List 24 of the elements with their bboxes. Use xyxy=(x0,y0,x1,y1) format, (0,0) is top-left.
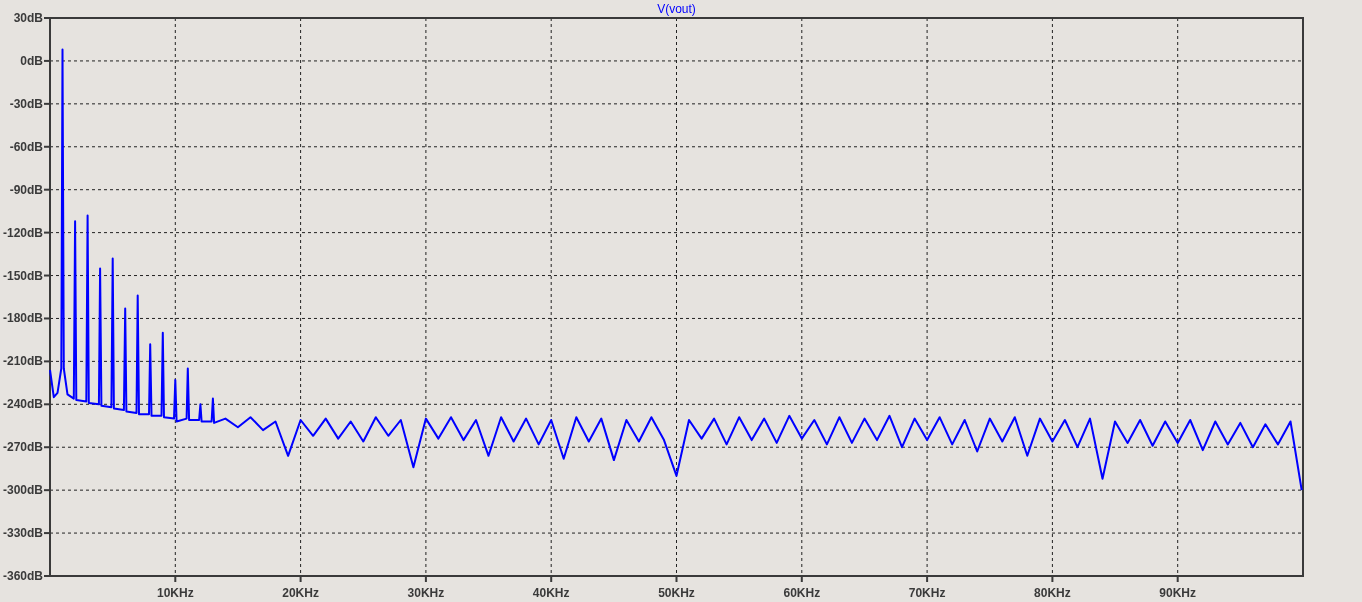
y-tick-label: -210dB xyxy=(3,354,43,369)
trace-label: V(vout) xyxy=(657,2,696,16)
y-tick-label: -180dB xyxy=(3,311,43,326)
y-tick-label: -150dB xyxy=(3,268,43,283)
x-tick-label: 90KHz xyxy=(1159,586,1197,600)
y-tick-label: -270dB xyxy=(3,440,43,455)
y-tick-label: -360dB xyxy=(3,569,43,583)
x-tick-label: 20KHz xyxy=(282,586,319,600)
y-tick-label: -240dB xyxy=(3,397,43,412)
y-tick-label: -300dB xyxy=(3,483,43,498)
x-tick-label: 60KHz xyxy=(783,586,821,600)
x-tick-label: 50KHz xyxy=(658,586,695,600)
x-tick-label: 70KHz xyxy=(908,586,946,600)
y-tick-label: 30dB xyxy=(13,11,43,25)
x-tick-label: 30KHz xyxy=(407,586,445,600)
y-tick-label: -30dB xyxy=(9,96,43,111)
y-tick-label: 0dB xyxy=(20,53,43,68)
y-tick-label: -60dB xyxy=(9,139,43,154)
y-tick-label: -90dB xyxy=(9,182,43,197)
y-tick-label: -120dB xyxy=(3,225,43,240)
x-tick-label: 40KHz xyxy=(532,586,570,600)
x-tick-label: 10KHz xyxy=(156,586,194,600)
x-tick-label: 80KHz xyxy=(1034,586,1071,600)
y-tick-label: -330dB xyxy=(3,526,43,541)
